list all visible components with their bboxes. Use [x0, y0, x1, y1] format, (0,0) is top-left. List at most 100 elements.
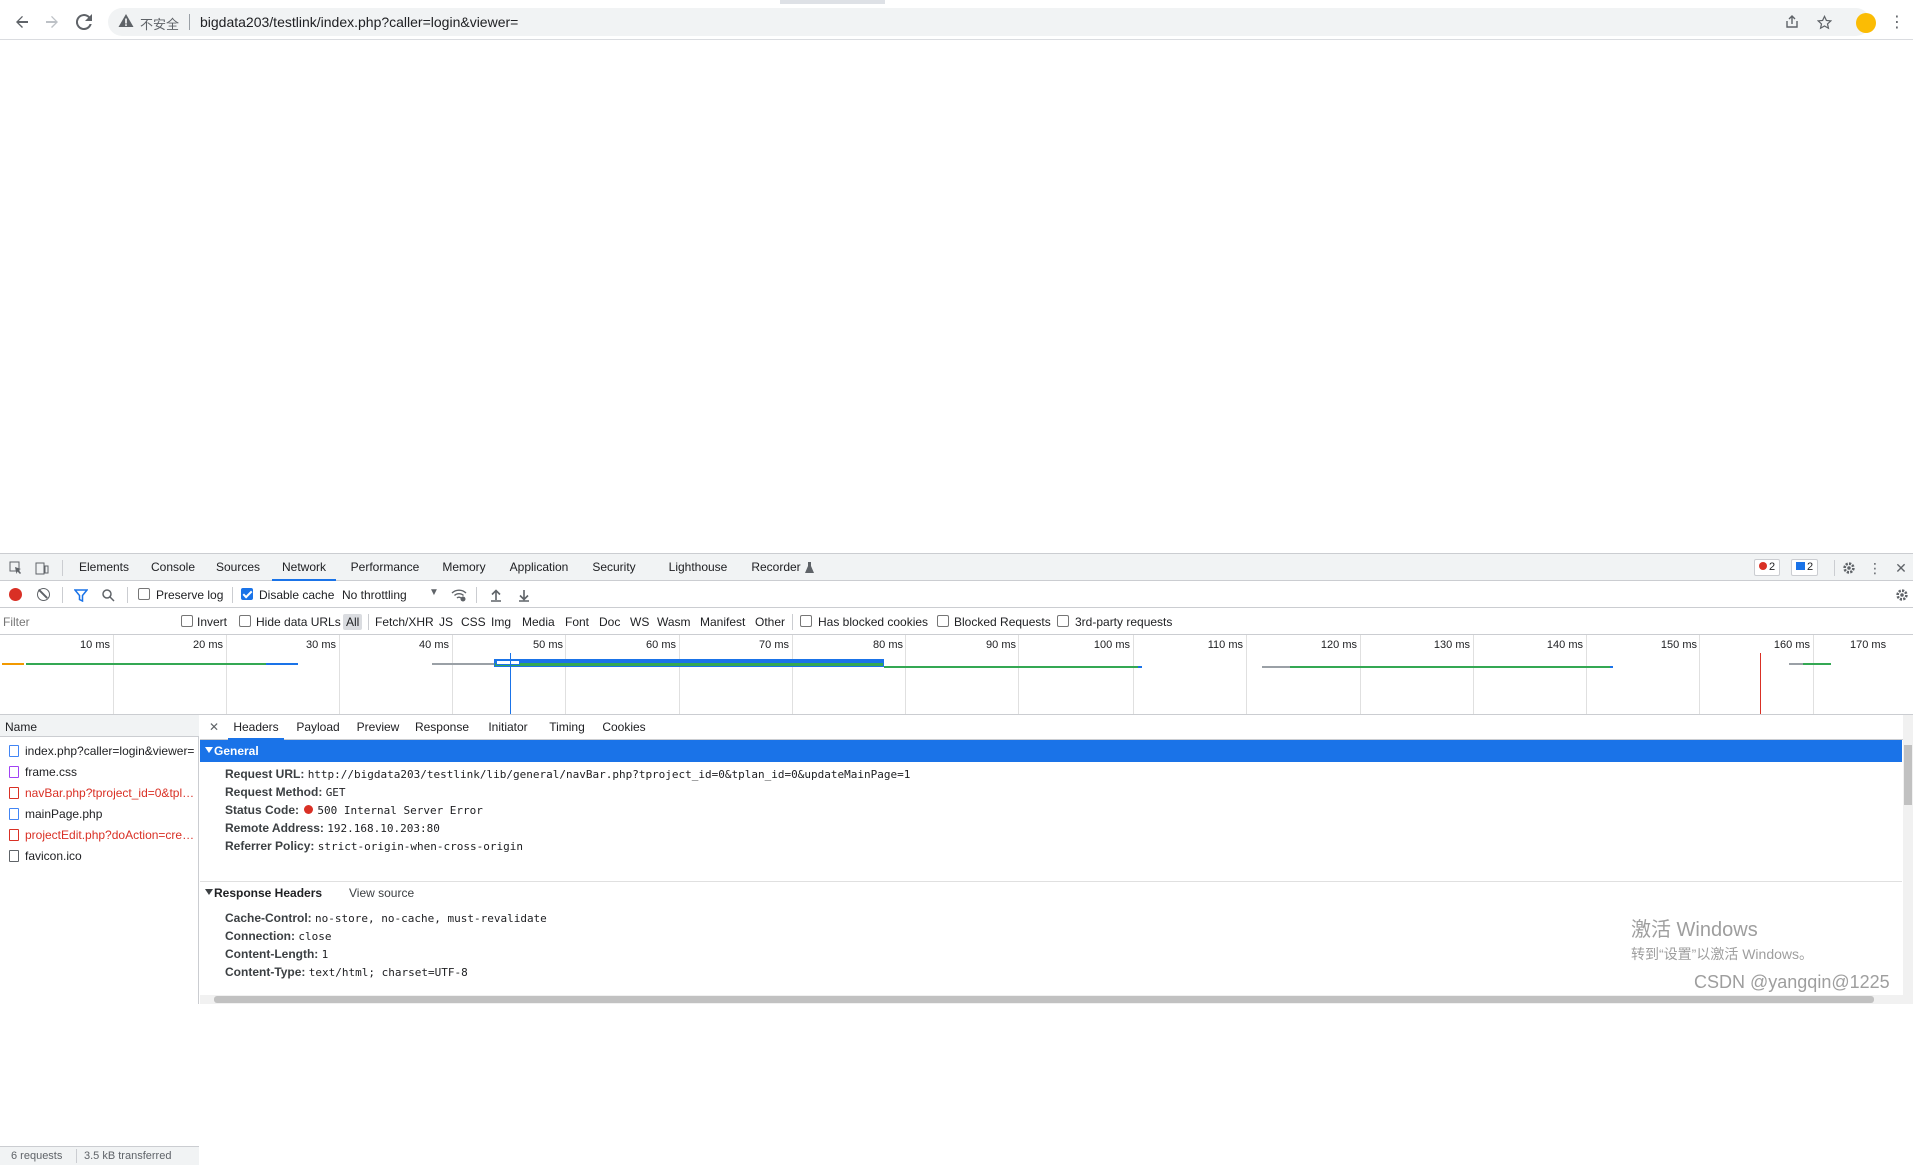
- security-status[interactable]: 不安全: [140, 14, 179, 33]
- tab-cookies[interactable]: Cookies: [598, 715, 650, 740]
- header-row[interactable]: Content-Type: text/html; charset=UTF-8: [225, 965, 468, 983]
- timeline-bar: [1610, 666, 1613, 668]
- request-row[interactable]: mainPage.php: [0, 803, 198, 824]
- view-source-link[interactable]: View source: [349, 886, 414, 900]
- grid-line: [226, 635, 227, 714]
- settings-gear-icon[interactable]: [1840, 559, 1858, 577]
- invert-checkbox[interactable]: [181, 615, 193, 627]
- search-icon[interactable]: [100, 587, 116, 603]
- type-filter-all[interactable]: All: [343, 614, 363, 630]
- tab-network[interactable]: Network: [272, 554, 336, 581]
- share-icon[interactable]: [1782, 12, 1802, 32]
- type-filter-js[interactable]: JS: [436, 614, 456, 630]
- tab-timing[interactable]: Timing: [543, 715, 591, 740]
- tab-response[interactable]: Response: [411, 715, 473, 740]
- network-overview-timeline[interactable]: 10 ms 20 ms 30 ms 40 ms 50 ms 60 ms 70 m…: [0, 635, 1913, 715]
- header-row[interactable]: Cache-Control: no-store, no-cache, must-…: [225, 911, 547, 929]
- header-row[interactable]: Status Code: 500 Internal Server Error: [225, 803, 483, 821]
- upload-icon[interactable]: [488, 587, 504, 603]
- divider: [62, 587, 63, 603]
- more-options-icon[interactable]: ⋮: [1866, 559, 1884, 577]
- general-section-header[interactable]: General: [200, 740, 1902, 762]
- scrollbar-thumb[interactable]: [1904, 745, 1912, 805]
- header-row[interactable]: Request URL: http://bigdata203/testlink/…: [225, 767, 910, 785]
- preserve-log-checkbox[interactable]: [138, 588, 150, 600]
- type-filter-img[interactable]: Img: [488, 614, 514, 630]
- profile-avatar[interactable]: [1856, 13, 1876, 33]
- close-detail-icon[interactable]: ✕: [209, 720, 219, 734]
- timeline-tick: 110 ms: [1207, 639, 1243, 651]
- reload-button[interactable]: [70, 8, 98, 36]
- tab-headers[interactable]: Headers: [228, 715, 284, 740]
- tab-security[interactable]: Security: [584, 554, 644, 581]
- request-row[interactable]: favicon.ico: [0, 845, 198, 866]
- type-filter-font[interactable]: Font: [562, 614, 592, 630]
- request-name: favicon.ico: [25, 849, 82, 863]
- filter-icon[interactable]: [73, 587, 89, 603]
- inspect-element-icon[interactable]: [8, 560, 24, 576]
- blocked-requests-checkbox[interactable]: [937, 615, 949, 627]
- record-icon[interactable]: [9, 588, 22, 601]
- hide-data-urls-checkbox[interactable]: [239, 615, 251, 627]
- scrollbar-thumb[interactable]: [214, 996, 1874, 1003]
- tab-preview[interactable]: Preview: [352, 715, 404, 740]
- url-text[interactable]: bigdata203/testlink/index.php?caller=log…: [200, 14, 518, 30]
- tab-memory[interactable]: Memory: [434, 554, 494, 581]
- address-bar[interactable]: 不安全 bigdata203/testlink/index.php?caller…: [108, 8, 1870, 36]
- download-icon[interactable]: [516, 587, 532, 603]
- type-filter-fetch-xhr[interactable]: Fetch/XHR: [372, 614, 437, 630]
- tab-initiator[interactable]: Initiator: [479, 715, 537, 740]
- header-row[interactable]: Referrer Policy: strict-origin-when-cros…: [225, 839, 523, 857]
- request-row[interactable]: frame.css: [0, 761, 198, 782]
- grid-line: [1246, 635, 1247, 714]
- tab-payload[interactable]: Payload: [290, 715, 346, 740]
- tab-performance[interactable]: Performance: [344, 554, 426, 581]
- tab-sources[interactable]: Sources: [208, 554, 268, 581]
- tab-recorder[interactable]: Recorder: [746, 554, 806, 581]
- tab-elements[interactable]: Elements: [72, 554, 136, 581]
- forward-button[interactable]: [38, 8, 66, 36]
- tab-console[interactable]: Console: [142, 554, 204, 581]
- has-blocked-cookies-checkbox[interactable]: [800, 615, 812, 627]
- close-devtools-icon[interactable]: ✕: [1892, 559, 1910, 577]
- device-toolbar-icon[interactable]: [34, 560, 50, 576]
- request-row-error[interactable]: navBar.php?tproject_id=0&tplan_id=0&upda…: [0, 782, 198, 803]
- type-filter-manifest[interactable]: Manifest: [697, 614, 748, 630]
- network-settings-gear-icon[interactable]: [1893, 586, 1911, 604]
- header-row[interactable]: Content-Length: 1: [225, 947, 328, 965]
- disable-cache-checkbox[interactable]: [241, 588, 253, 600]
- network-conditions-icon[interactable]: [450, 587, 468, 603]
- header-row[interactable]: Request Method: GET: [225, 785, 346, 803]
- type-filter-doc[interactable]: Doc: [596, 614, 623, 630]
- filter-input[interactable]: [3, 612, 167, 631]
- response-headers-section-header[interactable]: Response Headers View source: [200, 881, 1902, 903]
- throttling-select[interactable]: No throttling: [342, 588, 407, 602]
- timeline-tick: 50 ms: [533, 639, 563, 651]
- browser-menu-icon[interactable]: ⋮: [1889, 12, 1905, 34]
- error-count-badge[interactable]: 2: [1754, 559, 1781, 576]
- clear-icon[interactable]: [37, 588, 50, 601]
- header-row[interactable]: Remote Address: 192.168.10.203:80: [225, 821, 440, 839]
- timeline-tick: 130 ms: [1433, 639, 1470, 651]
- request-row[interactable]: index.php?caller=login&viewer=: [0, 740, 198, 761]
- message-count-badge[interactable]: 2: [1791, 559, 1819, 576]
- timeline-bar: [1262, 666, 1290, 668]
- name-column-header[interactable]: Name: [0, 715, 199, 737]
- back-button[interactable]: [8, 8, 36, 36]
- type-filter-media[interactable]: Media: [519, 614, 558, 630]
- type-filter-ws[interactable]: WS: [627, 614, 652, 630]
- tab-application[interactable]: Application: [502, 554, 576, 581]
- third-party-checkbox[interactable]: [1057, 615, 1069, 627]
- type-filter-css[interactable]: CSS: [458, 614, 489, 630]
- vertical-scrollbar[interactable]: [1903, 715, 1913, 1004]
- flask-icon: [804, 561, 814, 573]
- type-filter-other[interactable]: Other: [752, 614, 788, 630]
- type-filter-wasm[interactable]: Wasm: [654, 614, 694, 630]
- tab-lighthouse[interactable]: Lighthouse: [660, 554, 736, 581]
- header-row[interactable]: Connection: close: [225, 929, 331, 947]
- star-icon[interactable]: [1814, 12, 1834, 32]
- warning-icon[interactable]: [118, 13, 134, 29]
- request-row-error[interactable]: projectEdit.php?doAction=create: [0, 824, 198, 845]
- triangle-down-icon: [205, 747, 213, 753]
- chevron-down-icon[interactable]: ▼: [429, 587, 439, 598]
